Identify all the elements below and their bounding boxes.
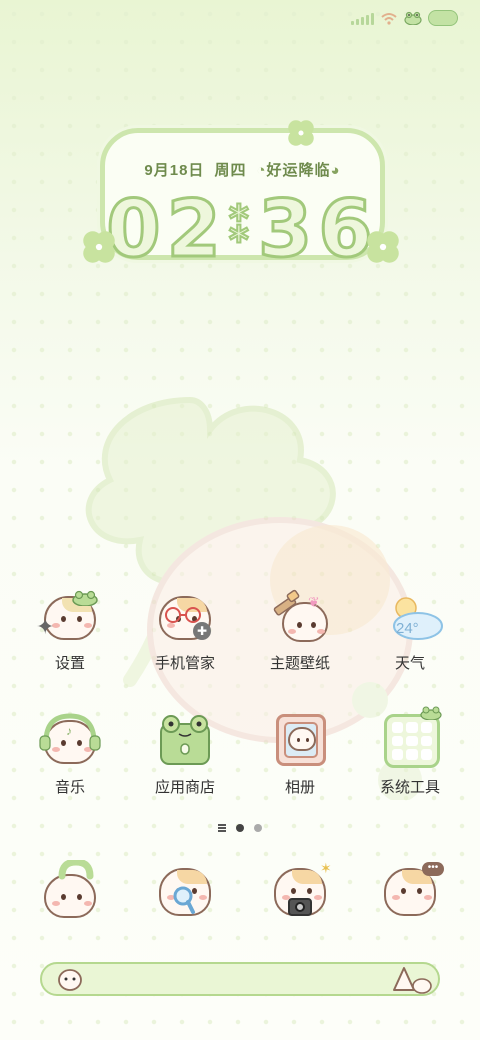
app-weather[interactable]: 24° 天气 (360, 588, 460, 673)
clock-widget[interactable]: 9月18日 周四 ◔好运降临◕ 02⁑36 (100, 128, 385, 277)
app-label: 音乐 (54, 779, 85, 796)
wrench-icon: ✦ (36, 614, 55, 639)
frog-icon (404, 11, 422, 25)
music-icon: ♪ (38, 712, 102, 768)
weather-icon: 24° (378, 588, 443, 644)
bubble-icon: ◕ (330, 162, 341, 179)
search-bar[interactable] (40, 962, 440, 996)
bow-icon: ❦ (308, 594, 320, 610)
dock-phone[interactable] (20, 860, 120, 918)
shield-icon: ✚ (193, 622, 211, 640)
bubble-icon: ◔ (256, 162, 267, 179)
clover-icon (83, 231, 115, 263)
clock-colon-icon: ⁑ (226, 197, 259, 255)
dock-browser[interactable] (135, 862, 235, 918)
clover-icon (367, 231, 399, 263)
search-mascot-icon (393, 967, 432, 994)
gallery-icon (268, 712, 332, 768)
magnifier-icon (173, 886, 195, 914)
date-text: 9月18日 (144, 162, 205, 179)
weekday-text: 周四 (214, 162, 247, 179)
theme-wallpaper-icon: ❦ (268, 588, 332, 644)
page-dot[interactable] (254, 824, 262, 832)
system-tools-icon (378, 706, 442, 768)
app-store[interactable]: 应用商店 (135, 712, 235, 797)
clock-date-line: 9月18日 周四 ◔好运降临◕ (105, 159, 380, 180)
app-label: 相册 (284, 779, 315, 796)
sparkle-icon: ✶ (320, 860, 332, 876)
frog-battery-icon (428, 10, 458, 26)
app-label: 系统工具 (379, 779, 440, 796)
paintbrush-icon (273, 589, 300, 616)
handset-icon (58, 860, 94, 880)
clock-hours: 02 (105, 184, 227, 277)
messages-icon: ••• (378, 862, 444, 918)
browser-icon (153, 862, 217, 918)
page-list-icon[interactable] (218, 824, 226, 832)
fortune-text: 好运降临 (266, 162, 331, 179)
app-music[interactable]: ♪ 音乐 (20, 712, 120, 797)
clover-icon (288, 120, 314, 146)
weather-temp: 24° (396, 620, 419, 637)
app-label: 设置 (54, 655, 85, 672)
app-system-tools[interactable]: 系统工具 (360, 706, 460, 797)
phone-manager-icon: ✚ (153, 588, 217, 644)
app-phone-manager[interactable]: ✚ 手机管家 (135, 588, 235, 673)
settings-icon: ✦ (36, 588, 102, 644)
app-label: 天气 (394, 655, 425, 672)
camera-body-icon (288, 898, 312, 916)
app-gallery[interactable]: 相册 (250, 712, 350, 797)
camera-icon: ✶ (268, 860, 332, 918)
note-icon: ♪ (66, 724, 72, 738)
chat-bubble-icon: ••• (422, 862, 444, 876)
clock-minutes: 36 (257, 184, 379, 277)
frog-hat-icon (72, 590, 98, 606)
page-dot-active[interactable] (236, 824, 244, 832)
status-bar (351, 10, 458, 26)
app-settings[interactable]: ✦ 设置 (20, 588, 120, 673)
dock-camera[interactable]: ✶ (250, 860, 350, 918)
app-label: 主题壁纸 (269, 655, 330, 672)
wifi-icon (381, 13, 397, 25)
page-indicator[interactable] (0, 824, 480, 832)
phone-icon (38, 860, 102, 918)
app-label: 应用商店 (154, 779, 215, 796)
app-theme-wallpaper[interactable]: ❦ 主题壁纸 (250, 588, 350, 673)
signal-bars-icon (351, 11, 374, 25)
dock-messages[interactable]: ••• (360, 862, 460, 918)
app-store-icon (153, 712, 217, 768)
app-label: 手机管家 (154, 655, 215, 672)
clock-time: 02⁑36 (105, 184, 380, 277)
assistant-icon (58, 969, 82, 991)
frog-icon (420, 706, 442, 720)
